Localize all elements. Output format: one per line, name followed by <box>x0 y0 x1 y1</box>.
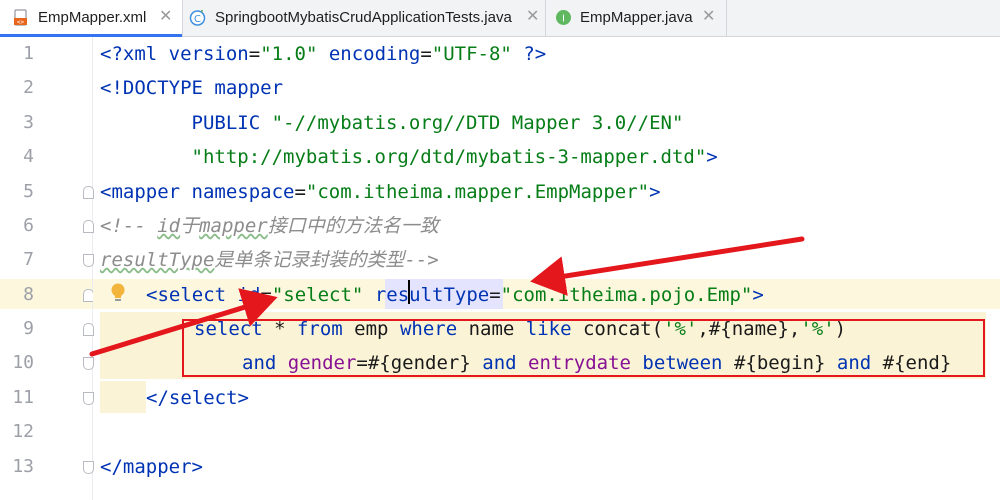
line-number: 5 <box>23 181 34 202</box>
sql-annotation-box <box>182 319 985 377</box>
code-line-3[interactable]: PUBLIC "-//mybatis.org//DTD Mapper 3.0//… <box>100 112 684 134</box>
fold-marker-icon[interactable] <box>83 186 94 199</box>
line-number: 10 <box>12 352 34 373</box>
svg-text:<>: <> <box>17 19 25 26</box>
fold-marker-icon[interactable] <box>83 461 94 474</box>
fold-marker-icon[interactable] <box>83 357 94 370</box>
line-number: 2 <box>23 77 34 98</box>
tab-empmapper-java[interactable]: I EmpMapper.java ✕ <box>546 0 726 36</box>
code-line-5[interactable]: <mapper namespace="com.itheima.mapper.Em… <box>100 181 661 203</box>
lightbulb-icon[interactable] <box>109 282 127 304</box>
fold-marker-icon[interactable] <box>83 220 94 233</box>
java-interface-icon: I <box>556 10 571 25</box>
sql-block-highlight-end <box>100 381 146 413</box>
close-icon[interactable]: ✕ <box>526 8 539 26</box>
code-line-11[interactable]: </select> <box>146 387 249 409</box>
line-number: 7 <box>23 249 34 270</box>
close-icon[interactable]: ✕ <box>702 8 715 26</box>
tab-label: EmpMapper.java <box>580 9 693 26</box>
code-line-4[interactable]: "http://mybatis.org/dtd/mybatis-3-mapper… <box>100 146 718 168</box>
line-number: 13 <box>12 456 34 477</box>
line-number: 1 <box>23 43 34 64</box>
java-class-icon: C <box>189 10 206 26</box>
code-line-7-comment[interactable]: resultType是单条记录封装的类型--> <box>100 249 439 271</box>
red-arrow-to-resulttype <box>530 236 805 296</box>
code-line-2[interactable]: <!DOCTYPE mapper <box>100 77 283 99</box>
code-line-13[interactable]: </mapper> <box>100 456 203 478</box>
editor-tab-bar: <> EmpMapper.xml ✕ C SpringbootMybatisCr… <box>0 0 1000 37</box>
xml-file-icon: <> <box>14 9 27 26</box>
svg-text:C: C <box>194 14 201 25</box>
code-line-8[interactable]: <select id="select" resultType="com.ithe… <box>146 284 764 306</box>
fold-marker-icon[interactable] <box>83 392 94 405</box>
line-number: 4 <box>23 146 34 167</box>
line-number: 9 <box>23 318 34 339</box>
fold-marker-icon[interactable] <box>83 254 94 267</box>
line-number: 8 <box>23 284 34 305</box>
code-line-1[interactable]: <?xml version="1.0" encoding="UTF-8" ?> <box>100 43 546 65</box>
code-line-6-comment[interactable]: <!-- id于mapper接口中的方法名一致 <box>100 215 439 237</box>
close-icon[interactable]: ✕ <box>159 8 172 26</box>
text-caret <box>408 280 410 304</box>
tab-label: SpringbootMybatisCrudApplicationTests.ja… <box>215 9 512 26</box>
tab-empmapper-xml[interactable]: <> EmpMapper.xml ✕ <box>0 0 182 37</box>
line-number: 3 <box>23 112 34 133</box>
line-number: 6 <box>23 215 34 236</box>
line-number: 12 <box>12 421 34 442</box>
tab-springboot-tests[interactable]: C SpringbootMybatisCrudApplicationTests.… <box>183 0 545 36</box>
svg-text:I: I <box>562 14 565 25</box>
line-number: 11 <box>12 387 34 408</box>
tab-label: EmpMapper.xml <box>38 9 147 26</box>
fold-marker-icon[interactable] <box>83 323 94 336</box>
